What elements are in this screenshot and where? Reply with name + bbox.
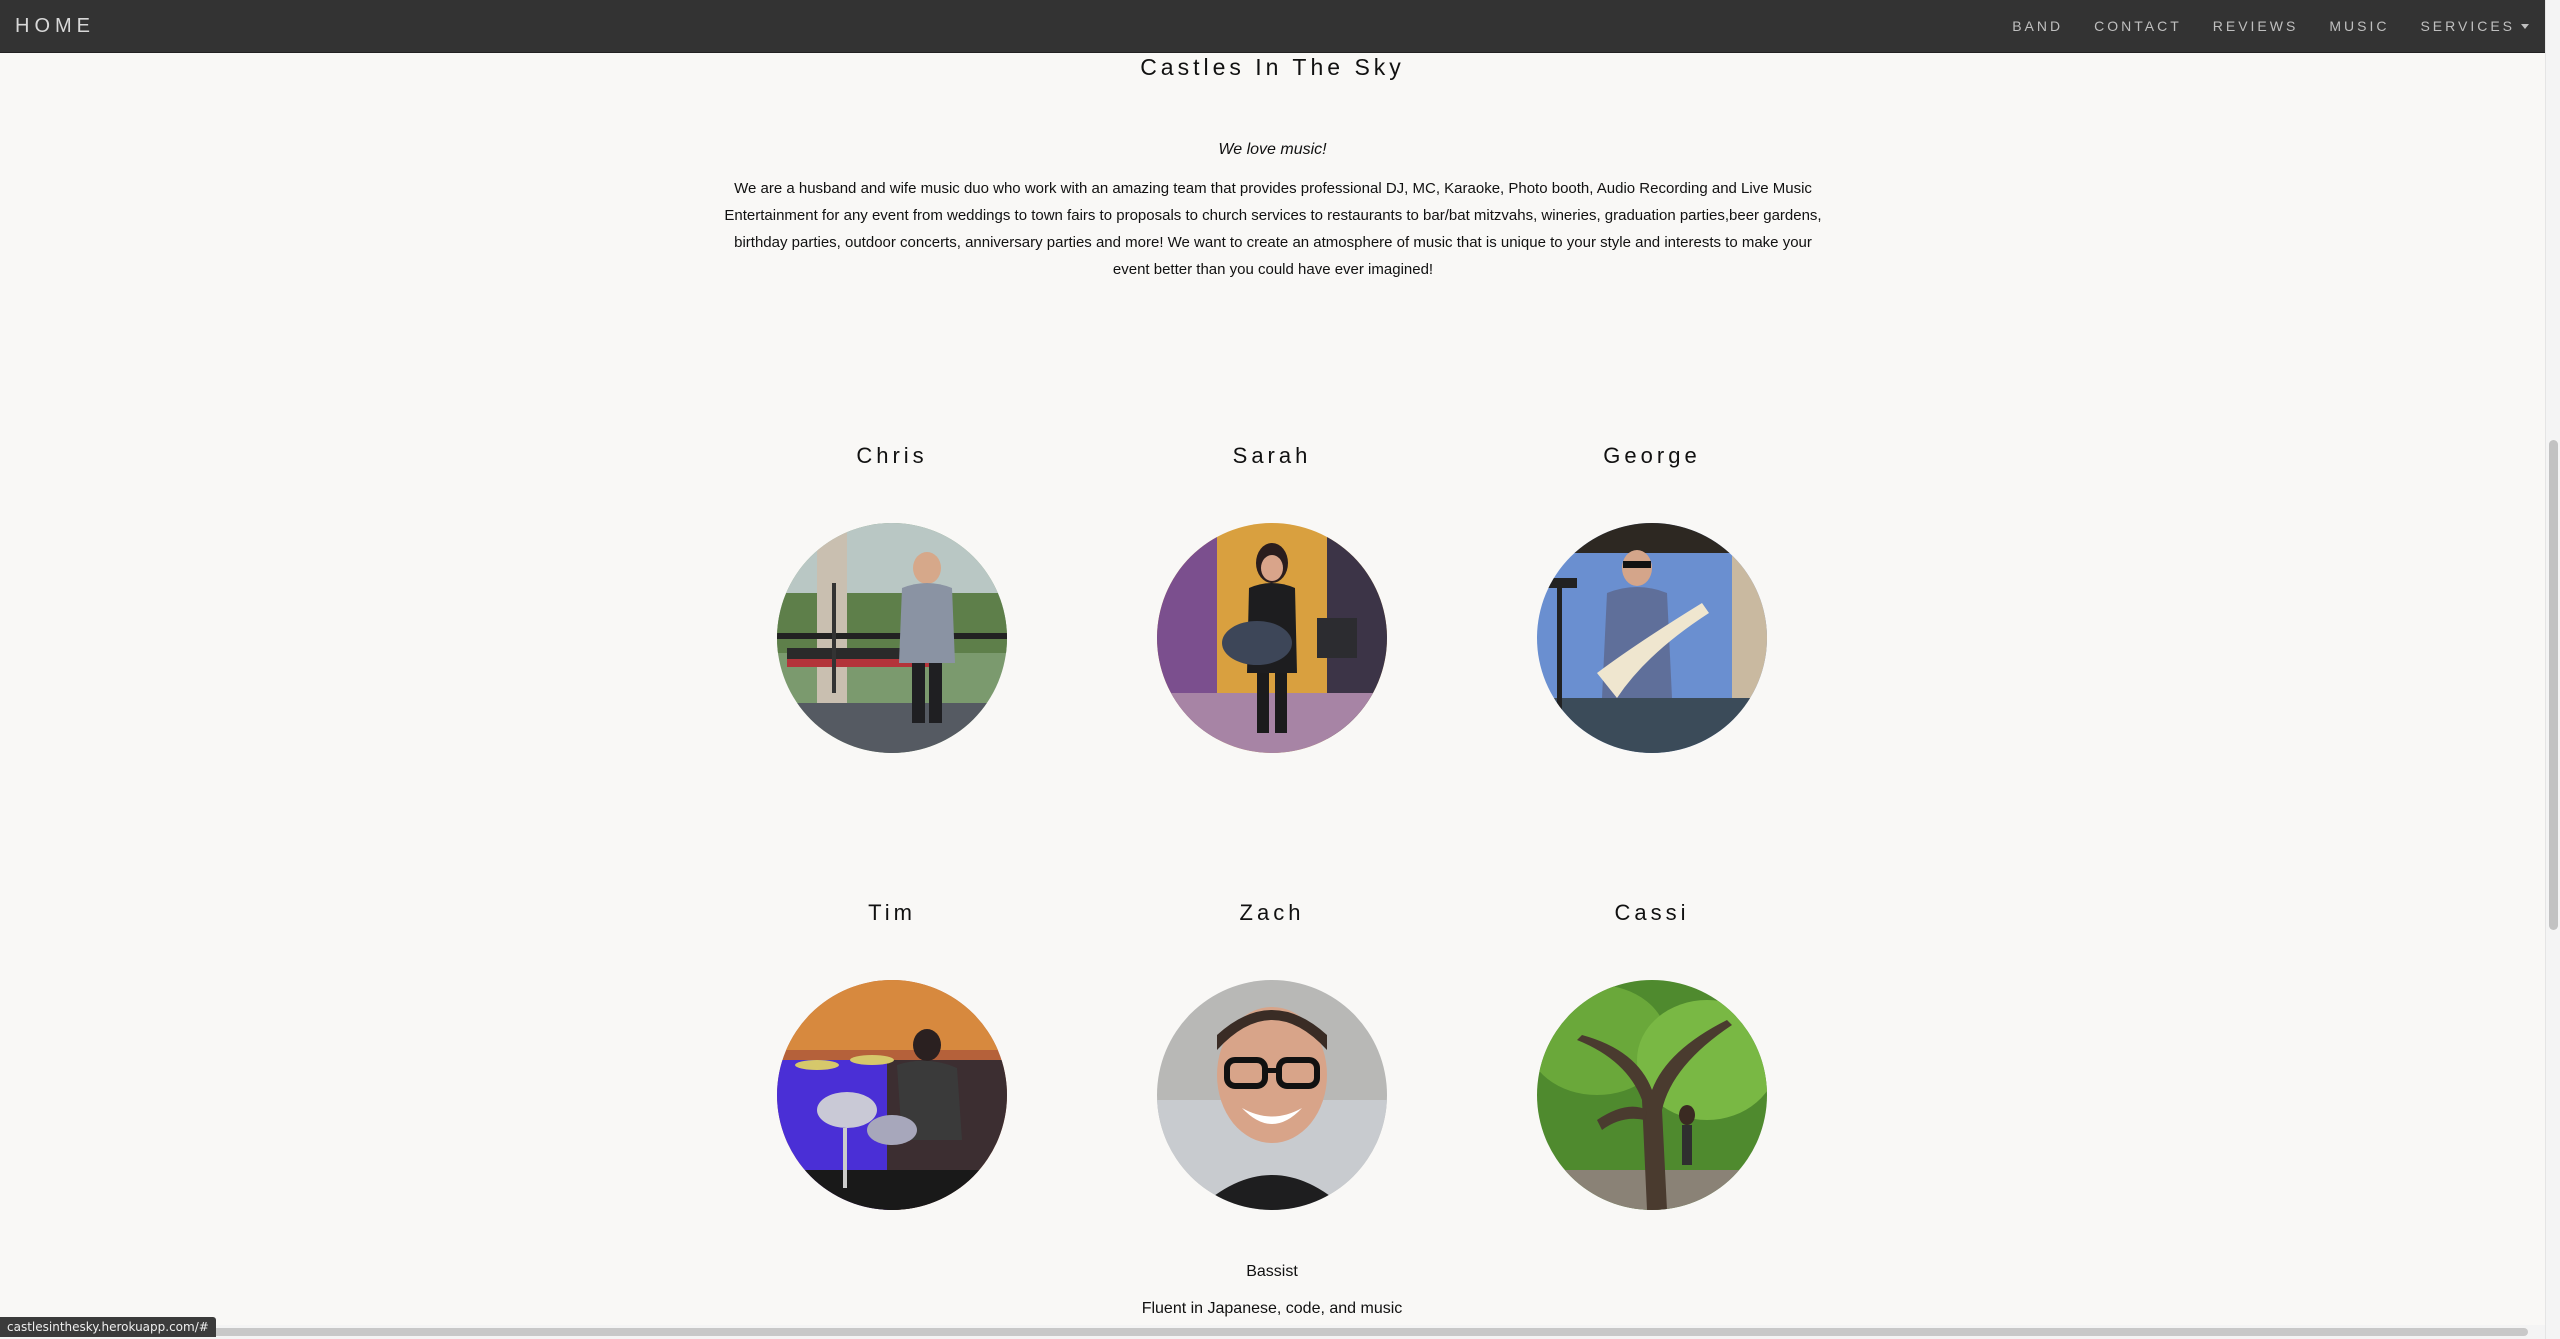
member-photo-chris[interactable] [777, 523, 1007, 753]
top-navbar: HOME BAND CONTACT REVIEWS MUSIC SERVICES [0, 0, 2545, 53]
member-card-zach: Zach [1082, 900, 1462, 1210]
member-card-cassi: Cassi [1462, 900, 1842, 1210]
member-bio: Fluent in Japanese, code, and music [1141, 1300, 1403, 1317]
nav-dropdown-services-label: SERVICES [2420, 18, 2515, 34]
tagline: We love music! [1218, 141, 1327, 158]
member-name: Sarah [1232, 443, 1312, 468]
member-name: George [1603, 443, 1701, 468]
member-card-george: George [1462, 443, 1842, 753]
nav-link-reviews[interactable]: REVIEWS [2213, 18, 2299, 34]
member-card-sarah: Sarah [1082, 443, 1462, 753]
member-role: Bassist [1246, 1263, 1298, 1280]
member-card-chris: Chris [702, 443, 1082, 753]
horizontal-scrollbar-thumb[interactable] [3, 1328, 2528, 1336]
chevron-down-icon [2521, 23, 2529, 29]
member-card-tim: Tim [702, 900, 1082, 1210]
member-photo-cassi[interactable] [1537, 980, 1767, 1210]
home-link[interactable]: HOME [15, 15, 95, 38]
status-bar-url: castlesinthesky.herokuapp.com/# [0, 1317, 216, 1337]
nav-link-band[interactable]: BAND [2012, 18, 2063, 34]
member-photo-zach[interactable] [1157, 980, 1387, 1210]
vertical-scrollbar-thumb[interactable] [2549, 440, 2558, 930]
member-photo-tim[interactable] [777, 980, 1007, 1210]
nav-link-music[interactable]: MUSIC [2329, 18, 2389, 34]
nav-menu: BAND CONTACT REVIEWS MUSIC SERVICES [2012, 18, 2529, 34]
nav-link-contact[interactable]: CONTACT [2094, 18, 2182, 34]
member-name: Chris [856, 443, 928, 468]
intro-paragraph: We are a husband and wife music duo who … [724, 180, 1822, 278]
member-photo-george[interactable] [1537, 523, 1767, 753]
member-name: Cassi [1614, 900, 1690, 925]
horizontal-scrollbar[interactable] [0, 1325, 2545, 1339]
member-photo-sarah[interactable] [1157, 523, 1387, 753]
nav-dropdown-services[interactable]: SERVICES [2420, 18, 2529, 34]
member-name: Tim [868, 900, 916, 925]
member-name: Zach [1239, 900, 1305, 925]
main-content: Castles In The Sky We love music! We are… [0, 0, 2545, 1339]
vertical-scrollbar[interactable] [2545, 0, 2560, 1339]
page-title: Castles In The Sky [1140, 54, 1405, 80]
